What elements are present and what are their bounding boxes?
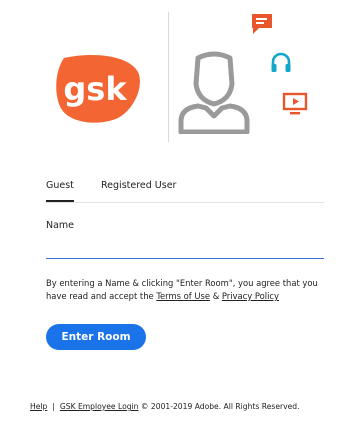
help-link[interactable]: Help	[30, 402, 47, 411]
copyright-text: © 2001-2019 Adobe. All Rights Reserved.	[138, 402, 300, 411]
host-avatar-icon	[176, 50, 252, 134]
presentation-screen-icon	[282, 92, 308, 116]
tab-active-indicator	[46, 200, 74, 202]
gsk-logo-text: gsk	[63, 70, 127, 108]
name-label: Name	[46, 220, 75, 231]
gsk-logo: gsk	[52, 50, 142, 126]
footer: Help | GSK Employee Login © 2001-2019 Adob…	[30, 402, 350, 411]
hero-divider	[168, 12, 169, 142]
consent-text: By entering a Name & clicking "Enter Roo…	[46, 277, 336, 303]
enter-room-button[interactable]: Enter Room	[46, 324, 146, 350]
tab-guest[interactable]: Guest	[46, 180, 74, 191]
terms-of-use-link[interactable]: Terms of Use	[156, 291, 210, 301]
gsk-employee-login-link[interactable]: GSK Employee Login	[60, 402, 139, 411]
hero-banner: gsk	[0, 0, 357, 160]
privacy-policy-link[interactable]: Privacy Policy	[222, 291, 279, 301]
login-tabs: Guest Registered User	[46, 176, 324, 203]
chat-bubble-icon	[250, 12, 274, 36]
consent-joiner: &	[210, 291, 222, 301]
tab-registered-user[interactable]: Registered User	[101, 180, 176, 191]
footer-separator: |	[52, 402, 55, 411]
name-input[interactable]	[46, 238, 324, 259]
headset-icon	[270, 52, 292, 74]
